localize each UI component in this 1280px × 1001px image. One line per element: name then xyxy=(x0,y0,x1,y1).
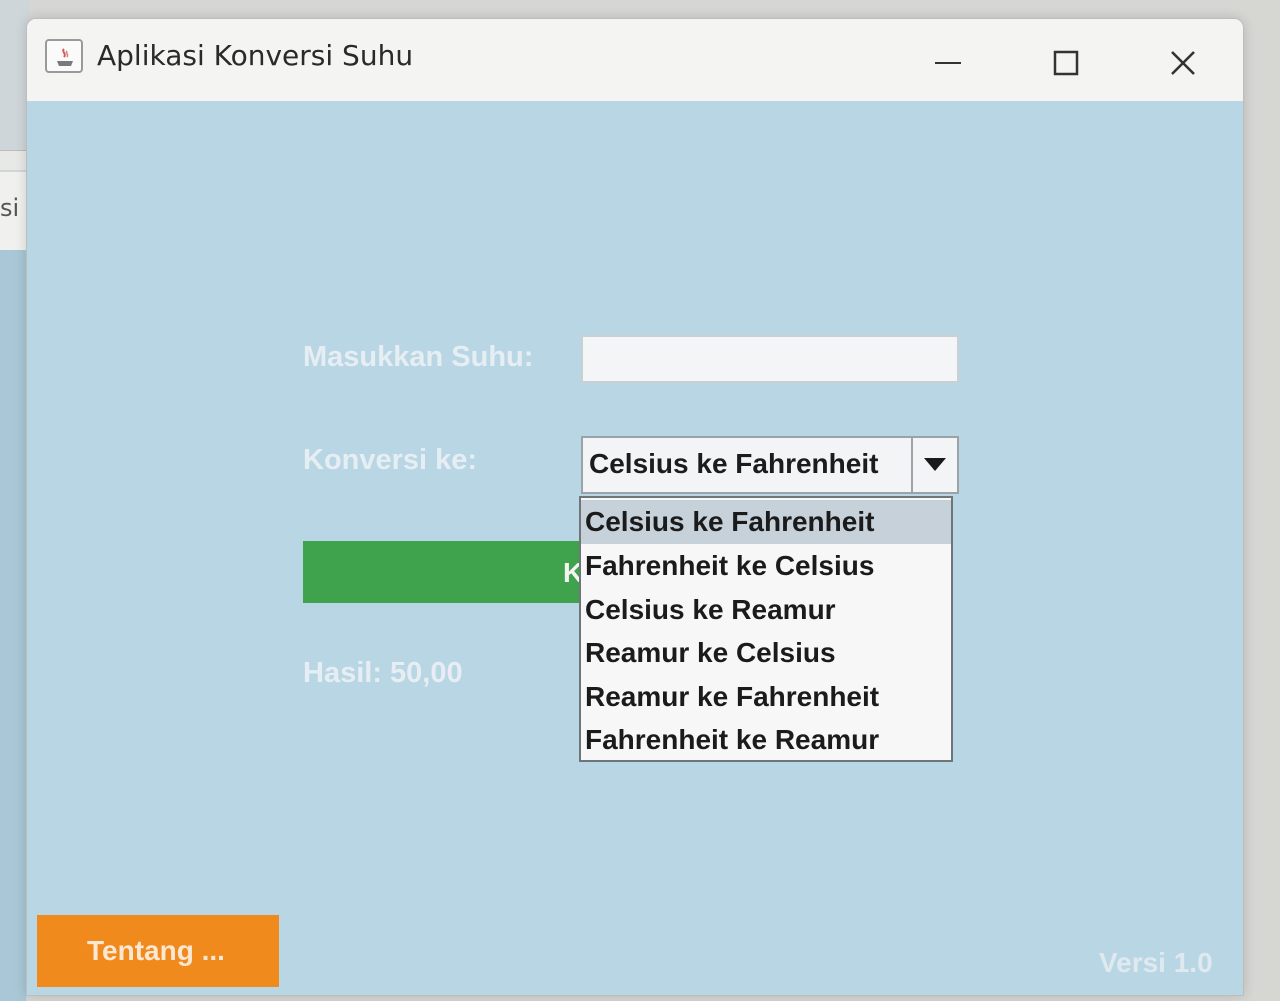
chevron-down-icon xyxy=(924,458,946,471)
background-window-tab xyxy=(0,150,26,170)
close-icon xyxy=(1171,51,1195,75)
konversi-combobox[interactable]: Celsius ke Fahrenheit xyxy=(581,436,959,494)
dropdown-option[interactable]: Reamur ke Celsius xyxy=(581,631,951,675)
minimize-icon xyxy=(935,62,961,64)
konversi-selected-value: Celsius ke Fahrenheit xyxy=(589,448,879,479)
java-app-icon xyxy=(45,39,83,73)
background-window-body xyxy=(0,250,26,1001)
hasil-label: Hasil: 50,00 xyxy=(303,657,463,689)
app-window: Aplikasi Konversi Suhu Masukkan Suhu: Ko… xyxy=(26,18,1244,996)
dropdown-option[interactable]: Reamur ke Fahrenheit xyxy=(581,675,951,719)
dropdown-option[interactable]: Fahrenheit ke Celsius xyxy=(581,544,951,588)
dropdown-option[interactable]: Celsius ke Fahrenheit xyxy=(581,500,951,544)
dropdown-option[interactable]: Celsius ke Reamur xyxy=(581,588,951,632)
konversi-button[interactable] xyxy=(303,541,583,603)
konversi-dropdown-list[interactable]: Celsius ke Fahrenheit Fahrenheit ke Cels… xyxy=(579,496,953,762)
combobox-arrow-button[interactable] xyxy=(911,438,957,492)
suhu-input[interactable] xyxy=(581,335,959,383)
background-window-text: si xyxy=(0,194,20,222)
close-button[interactable] xyxy=(1153,41,1213,85)
window-title: Aplikasi Konversi Suhu xyxy=(97,39,414,72)
title-bar[interactable]: Aplikasi Konversi Suhu xyxy=(27,19,1243,101)
tentang-button-label: Tentang ... xyxy=(87,935,225,966)
tentang-button[interactable]: Tentang ... xyxy=(37,915,279,987)
content-panel: Masukkan Suhu: Konversi ke: Celsius ke F… xyxy=(27,101,1243,995)
minimize-button[interactable] xyxy=(919,41,979,85)
maximize-button[interactable] xyxy=(1036,41,1096,85)
suhu-label: Masukkan Suhu: xyxy=(303,341,534,373)
dropdown-option[interactable]: Fahrenheit ke Reamur xyxy=(581,718,951,762)
konversi-label: Konversi ke: xyxy=(303,444,478,476)
version-label: Versi 1.0 xyxy=(1099,947,1213,978)
maximize-icon xyxy=(1053,50,1079,76)
